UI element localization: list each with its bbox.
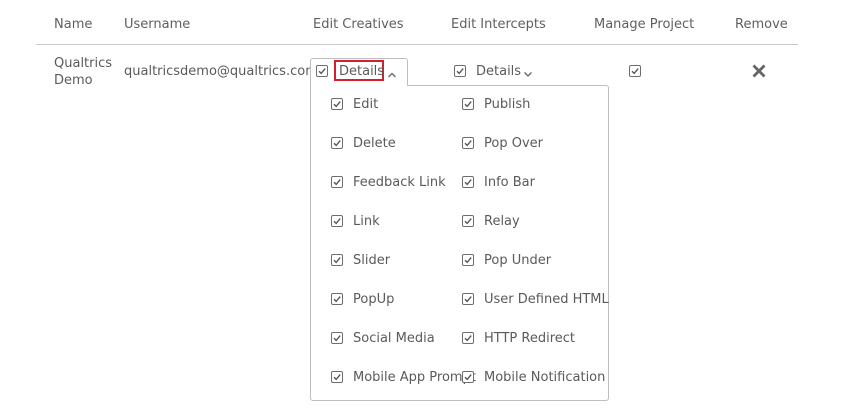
option-label-publish[interactable]: Publish <box>484 97 530 112</box>
option-label-relay[interactable]: Relay <box>484 214 520 229</box>
option-label-slider[interactable]: Slider <box>353 253 390 268</box>
option-checkbox-pop-under[interactable] <box>462 254 474 266</box>
option-label-info-bar[interactable]: Info Bar <box>484 175 535 190</box>
option-label-mobile-notification[interactable]: Mobile Notification <box>484 370 605 385</box>
header-name: Name <box>54 17 93 32</box>
user-name-line1: Qualtrics <box>54 56 113 71</box>
option-checkbox-mobile-app-prompt[interactable] <box>331 371 343 383</box>
edit-intercepts-checkbox[interactable] <box>454 65 466 77</box>
chevron-up-icon[interactable] <box>387 68 397 78</box>
option-checkbox-relay[interactable] <box>462 215 474 227</box>
option-checkbox-http-redirect[interactable] <box>462 332 474 344</box>
option-checkbox-feedback-link[interactable] <box>331 176 343 188</box>
option-label-http-redirect[interactable]: HTTP Redirect <box>484 331 575 346</box>
edit-creatives-dropdown-panel <box>310 85 609 401</box>
option-checkbox-slider[interactable] <box>331 254 343 266</box>
option-checkbox-pop-over[interactable] <box>462 137 474 149</box>
header-edit-creatives: Edit Creatives <box>313 17 404 32</box>
user-name-line2: Demo <box>54 73 93 88</box>
header-manage-project: Manage Project <box>594 17 695 32</box>
option-checkbox-user-defined-html[interactable] <box>462 293 474 305</box>
option-label-edit[interactable]: Edit <box>353 97 378 112</box>
option-checkbox-link[interactable] <box>331 215 343 227</box>
manage-project-checkbox[interactable] <box>629 65 641 77</box>
option-checkbox-edit[interactable] <box>331 98 343 110</box>
option-checkbox-info-bar[interactable] <box>462 176 474 188</box>
option-label-popup[interactable]: PopUp <box>353 292 394 307</box>
option-label-pop-over[interactable]: Pop Over <box>484 136 543 151</box>
option-label-social-media[interactable]: Social Media <box>353 331 435 346</box>
option-label-pop-under[interactable]: Pop Under <box>484 253 551 268</box>
chevron-down-icon[interactable] <box>523 67 533 77</box>
option-label-link[interactable]: Link <box>353 214 380 229</box>
option-label-mobile-app-prompt[interactable]: Mobile App Prompt <box>353 370 476 385</box>
header-remove: Remove <box>735 17 788 32</box>
option-checkbox-social-media[interactable] <box>331 332 343 344</box>
header-edit-intercepts: Edit Intercepts <box>451 17 546 32</box>
option-label-user-defined-html[interactable]: User Defined HTML <box>484 292 609 307</box>
edit-intercepts-details-label[interactable]: Details <box>476 64 521 79</box>
user-username: qualtricsdemo@qualtrics.com <box>124 64 318 79</box>
option-label-feedback-link[interactable]: Feedback Link <box>353 175 446 190</box>
header-divider <box>36 44 798 45</box>
option-checkbox-popup[interactable] <box>331 293 343 305</box>
option-checkbox-mobile-notification[interactable] <box>462 371 474 383</box>
option-label-delete[interactable]: Delete <box>353 136 396 151</box>
header-username: Username <box>124 17 191 32</box>
option-checkbox-publish[interactable] <box>462 98 474 110</box>
option-checkbox-delete[interactable] <box>331 137 343 149</box>
close-icon[interactable] <box>752 64 766 78</box>
edit-creatives-checkbox[interactable] <box>316 65 328 77</box>
edit-creatives-details-label[interactable]: Details <box>339 64 384 79</box>
